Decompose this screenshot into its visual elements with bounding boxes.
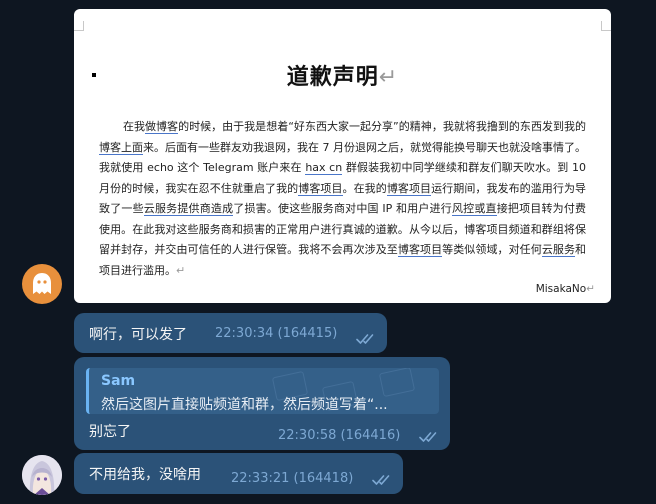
reply-sender-name: Sam	[101, 373, 136, 389]
document-body: 在我做博客的时候，由于我是想着“好东西大家一起分享”的精神，我就将我撸到的东西发…	[99, 120, 587, 277]
ghost-icon	[33, 273, 51, 294]
document-image[interactable]: 道歉声明↵ 在我做博客的时候，由于我是想着“好东西大家一起分享”的精神，我就将我…	[74, 9, 611, 303]
reply-watermark-shape	[378, 368, 416, 398]
message-bubble[interactable]: Sam 然后这图片直接贴频道和群，然后频道写着“... 别忘了 22:30:58…	[74, 357, 450, 450]
avatar-user[interactable]	[22, 455, 62, 495]
document-signature: MisakaNo↵	[535, 283, 595, 295]
paragraph-mark: ↵	[176, 263, 186, 277]
reply-quote[interactable]: Sam 然后这图片直接贴频道和群，然后频道写着“...	[86, 368, 439, 414]
crop-mark-top-left	[74, 21, 84, 31]
double-check-icon	[356, 334, 374, 344]
anime-avatar-image	[22, 455, 62, 495]
message-bubble[interactable]: 不用给我，没啥用 22:33:21 (164418)	[74, 453, 403, 494]
message-text: 别忘了	[89, 424, 131, 440]
paragraph-mark: ↵	[378, 65, 399, 90]
message-text: 不用给我，没啥用	[89, 467, 201, 483]
document-title: 道歉声明↵	[286, 65, 399, 90]
message-text: 啊行，可以发了	[89, 327, 187, 343]
crop-mark-top-right	[601, 21, 611, 31]
double-check-icon	[419, 432, 437, 442]
avatar-ghost[interactable]	[22, 264, 62, 304]
message-time: 22:30:58 (164416)	[278, 428, 401, 443]
double-check-icon	[372, 475, 390, 485]
message-time: 22:30:34 (164415)	[215, 326, 338, 341]
message-bubble[interactable]: 啊行，可以发了 22:30:34 (164415)	[74, 313, 387, 353]
reply-text: 然后这图片直接贴频道和群，然后频道写着“...	[101, 397, 388, 413]
paragraph-mark: ↵	[586, 283, 595, 295]
message-time: 22:33:21 (164418)	[231, 471, 354, 486]
empty-paragraph-mark: ↵	[99, 263, 108, 274]
